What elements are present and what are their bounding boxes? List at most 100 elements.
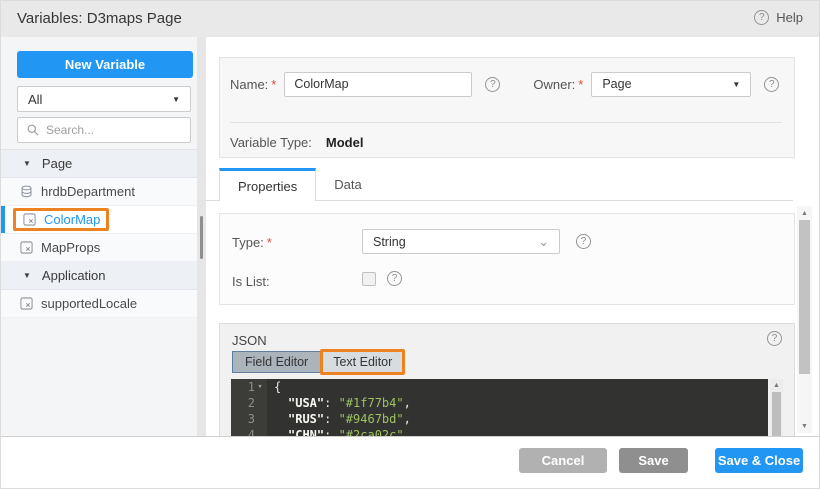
editor-gutter: 1 ▾ 2 3 4 xyxy=(231,379,267,439)
page-title: Variables: D3maps Page xyxy=(17,10,182,27)
type-help-icon[interactable]: ? xyxy=(576,234,591,249)
fold-arrow-icon[interactable]: ▾ xyxy=(255,382,265,392)
owner-selected-value: Page xyxy=(602,77,632,91)
gutter-row: 3 xyxy=(231,411,267,427)
code-token: "RUS" xyxy=(288,412,325,426)
search-input[interactable] xyxy=(46,123,176,137)
save-button[interactable]: Save xyxy=(619,448,688,473)
new-variable-button[interactable]: New Variable xyxy=(17,51,193,78)
dialog-header: Variables: D3maps Page ? Help xyxy=(1,1,819,37)
content-scrollbar[interactable]: ▲ ▼ xyxy=(797,206,812,433)
cancel-button[interactable]: Cancel xyxy=(519,448,607,473)
chevron-down-icon: ⌄ xyxy=(538,233,549,249)
help-label[interactable]: Help xyxy=(776,10,803,25)
owner-label: Owner: * xyxy=(533,76,584,92)
sidebar-item-supportedlocale[interactable]: supportedLocale xyxy=(1,290,197,318)
required-marker: * xyxy=(271,76,277,92)
sidebar-group-application[interactable]: ▼ Application xyxy=(1,262,197,290)
is-list-help-icon[interactable]: ? xyxy=(387,271,402,286)
line-number: 2 xyxy=(247,396,255,410)
form-divider xyxy=(230,122,782,123)
variable-type-row: Variable Type: Model xyxy=(230,135,363,150)
dialog-footer: Cancel Save Save & Close xyxy=(1,436,819,488)
dropdown-arrow-icon: ▼ xyxy=(172,94,180,104)
sidebar-item-mapprops[interactable]: MapProps xyxy=(1,234,197,262)
is-list-label: Is List: xyxy=(232,274,270,289)
variable-type-value: Model xyxy=(325,135,364,150)
help-link[interactable]: ? Help xyxy=(754,10,803,25)
sidebar-item-hrdbdepartment[interactable]: hrdbDepartment xyxy=(1,178,197,206)
sidebar-scrollbar-thumb[interactable] xyxy=(200,216,203,259)
filter-selected-value: All xyxy=(28,91,43,107)
dropdown-arrow-icon: ▼ xyxy=(732,79,741,89)
variable-label: hrdbDepartment xyxy=(41,184,135,199)
variable-search[interactable] xyxy=(17,117,191,143)
line-number: 1 xyxy=(247,380,255,394)
name-owner-row: Name:* ? Owner:* Page ▼ ? xyxy=(230,71,786,97)
search-icon xyxy=(26,123,40,137)
variables-dialog: Variables: D3maps Page ? Help New Variab… xyxy=(0,0,820,489)
sidebar-item-colormap[interactable]: ColorMap xyxy=(1,206,197,234)
variable-label: supportedLocale xyxy=(41,296,138,311)
variable-summary-form: Name:* ? Owner:* Page ▼ ? Variable Type:… xyxy=(219,57,795,158)
required-marker: * xyxy=(578,76,584,92)
code-token: "#1f77b4" xyxy=(338,396,404,410)
properties-panel: Type: * String ⌄ ? Is List: ? xyxy=(219,213,795,305)
scroll-up-icon[interactable]: ▲ xyxy=(797,207,812,219)
line-number: 3 xyxy=(247,412,255,426)
text-editor-button[interactable]: Text Editor xyxy=(323,352,402,372)
code-line: { xyxy=(274,379,768,395)
variable-icon xyxy=(22,213,36,227)
group-label: Application xyxy=(41,268,106,283)
tab-properties[interactable]: Properties xyxy=(219,168,317,201)
type-label: Type: * xyxy=(232,235,272,250)
owner-select[interactable]: Page ▼ xyxy=(591,71,752,97)
is-list-checkbox[interactable] xyxy=(362,272,376,286)
code-token: , xyxy=(403,412,411,426)
variable-label: MapProps xyxy=(41,240,101,255)
code-line: "RUS": "#9467bd", xyxy=(274,411,768,427)
json-code-editor[interactable]: 1 ▾ 2 3 4 {"USA": "#1f77b4" , "RUS": … xyxy=(231,379,768,439)
collapse-arrow-icon[interactable]: ▼ xyxy=(23,159,31,168)
variable-filter-select[interactable]: All ▼ xyxy=(17,86,191,112)
code-token: "USA" xyxy=(288,396,325,410)
owner-help-icon[interactable]: ? xyxy=(764,76,780,92)
field-editor-button[interactable]: Field Editor xyxy=(233,352,322,372)
variable-icon xyxy=(19,241,33,255)
type-selected-value: String xyxy=(373,234,406,249)
scroll-down-icon[interactable]: ▼ xyxy=(797,420,812,432)
save-close-button[interactable]: Save & Close xyxy=(715,448,803,473)
scroll-up-icon[interactable]: ▲ xyxy=(770,379,783,391)
sidebar-scrollbar[interactable] xyxy=(197,37,206,436)
code-token: "#9467bd" xyxy=(338,412,404,426)
variables-sidebar: New Variable All ▼ ▼ Page hrdbDepartment xyxy=(1,37,197,436)
variable-name-input[interactable] xyxy=(284,71,473,97)
variable-label: ColorMap xyxy=(44,212,101,227)
name-label: Name: * xyxy=(230,76,277,92)
group-label: Page xyxy=(41,156,73,171)
json-section-title: JSON xyxy=(232,333,267,348)
code-token: : xyxy=(324,396,339,410)
sidebar-group-page[interactable]: ▼ Page xyxy=(1,150,197,178)
required-marker: * xyxy=(266,235,272,250)
json-help-icon[interactable]: ? xyxy=(767,331,782,346)
code-token: { xyxy=(274,380,282,394)
type-select[interactable]: String ⌄ xyxy=(362,229,560,254)
gutter-row: 2 xyxy=(231,395,267,411)
help-icon[interactable]: ? xyxy=(754,10,770,25)
editor-scrollbar[interactable]: ▲ xyxy=(770,379,783,439)
editor-code-area: { "USA": "#1f77b4", "RUS": "#9467bd", "C… xyxy=(267,379,768,439)
json-section: JSON ? Field Editor Text Editor 1 ▾ 2 3 … xyxy=(219,323,795,439)
annotation-highlight-colormap: ColorMap xyxy=(13,208,110,231)
collapse-arrow-icon[interactable]: ▼ xyxy=(23,271,31,280)
tab-bar: Properties Data xyxy=(206,168,793,201)
variable-detail-panel: Name:* ? Owner:* Page ▼ ? Variable Type:… xyxy=(206,37,819,439)
editor-scrollbar-thumb[interactable] xyxy=(772,392,781,439)
code-token: : xyxy=(324,412,339,426)
name-help-icon[interactable]: ? xyxy=(485,76,501,92)
tab-data[interactable]: Data xyxy=(316,168,379,200)
code-token: , xyxy=(403,396,411,410)
content-scrollbar-thumb[interactable] xyxy=(799,220,810,374)
editor-toggle-group: Field Editor Text Editor xyxy=(232,349,406,375)
gutter-row: 1 ▾ xyxy=(231,379,267,395)
